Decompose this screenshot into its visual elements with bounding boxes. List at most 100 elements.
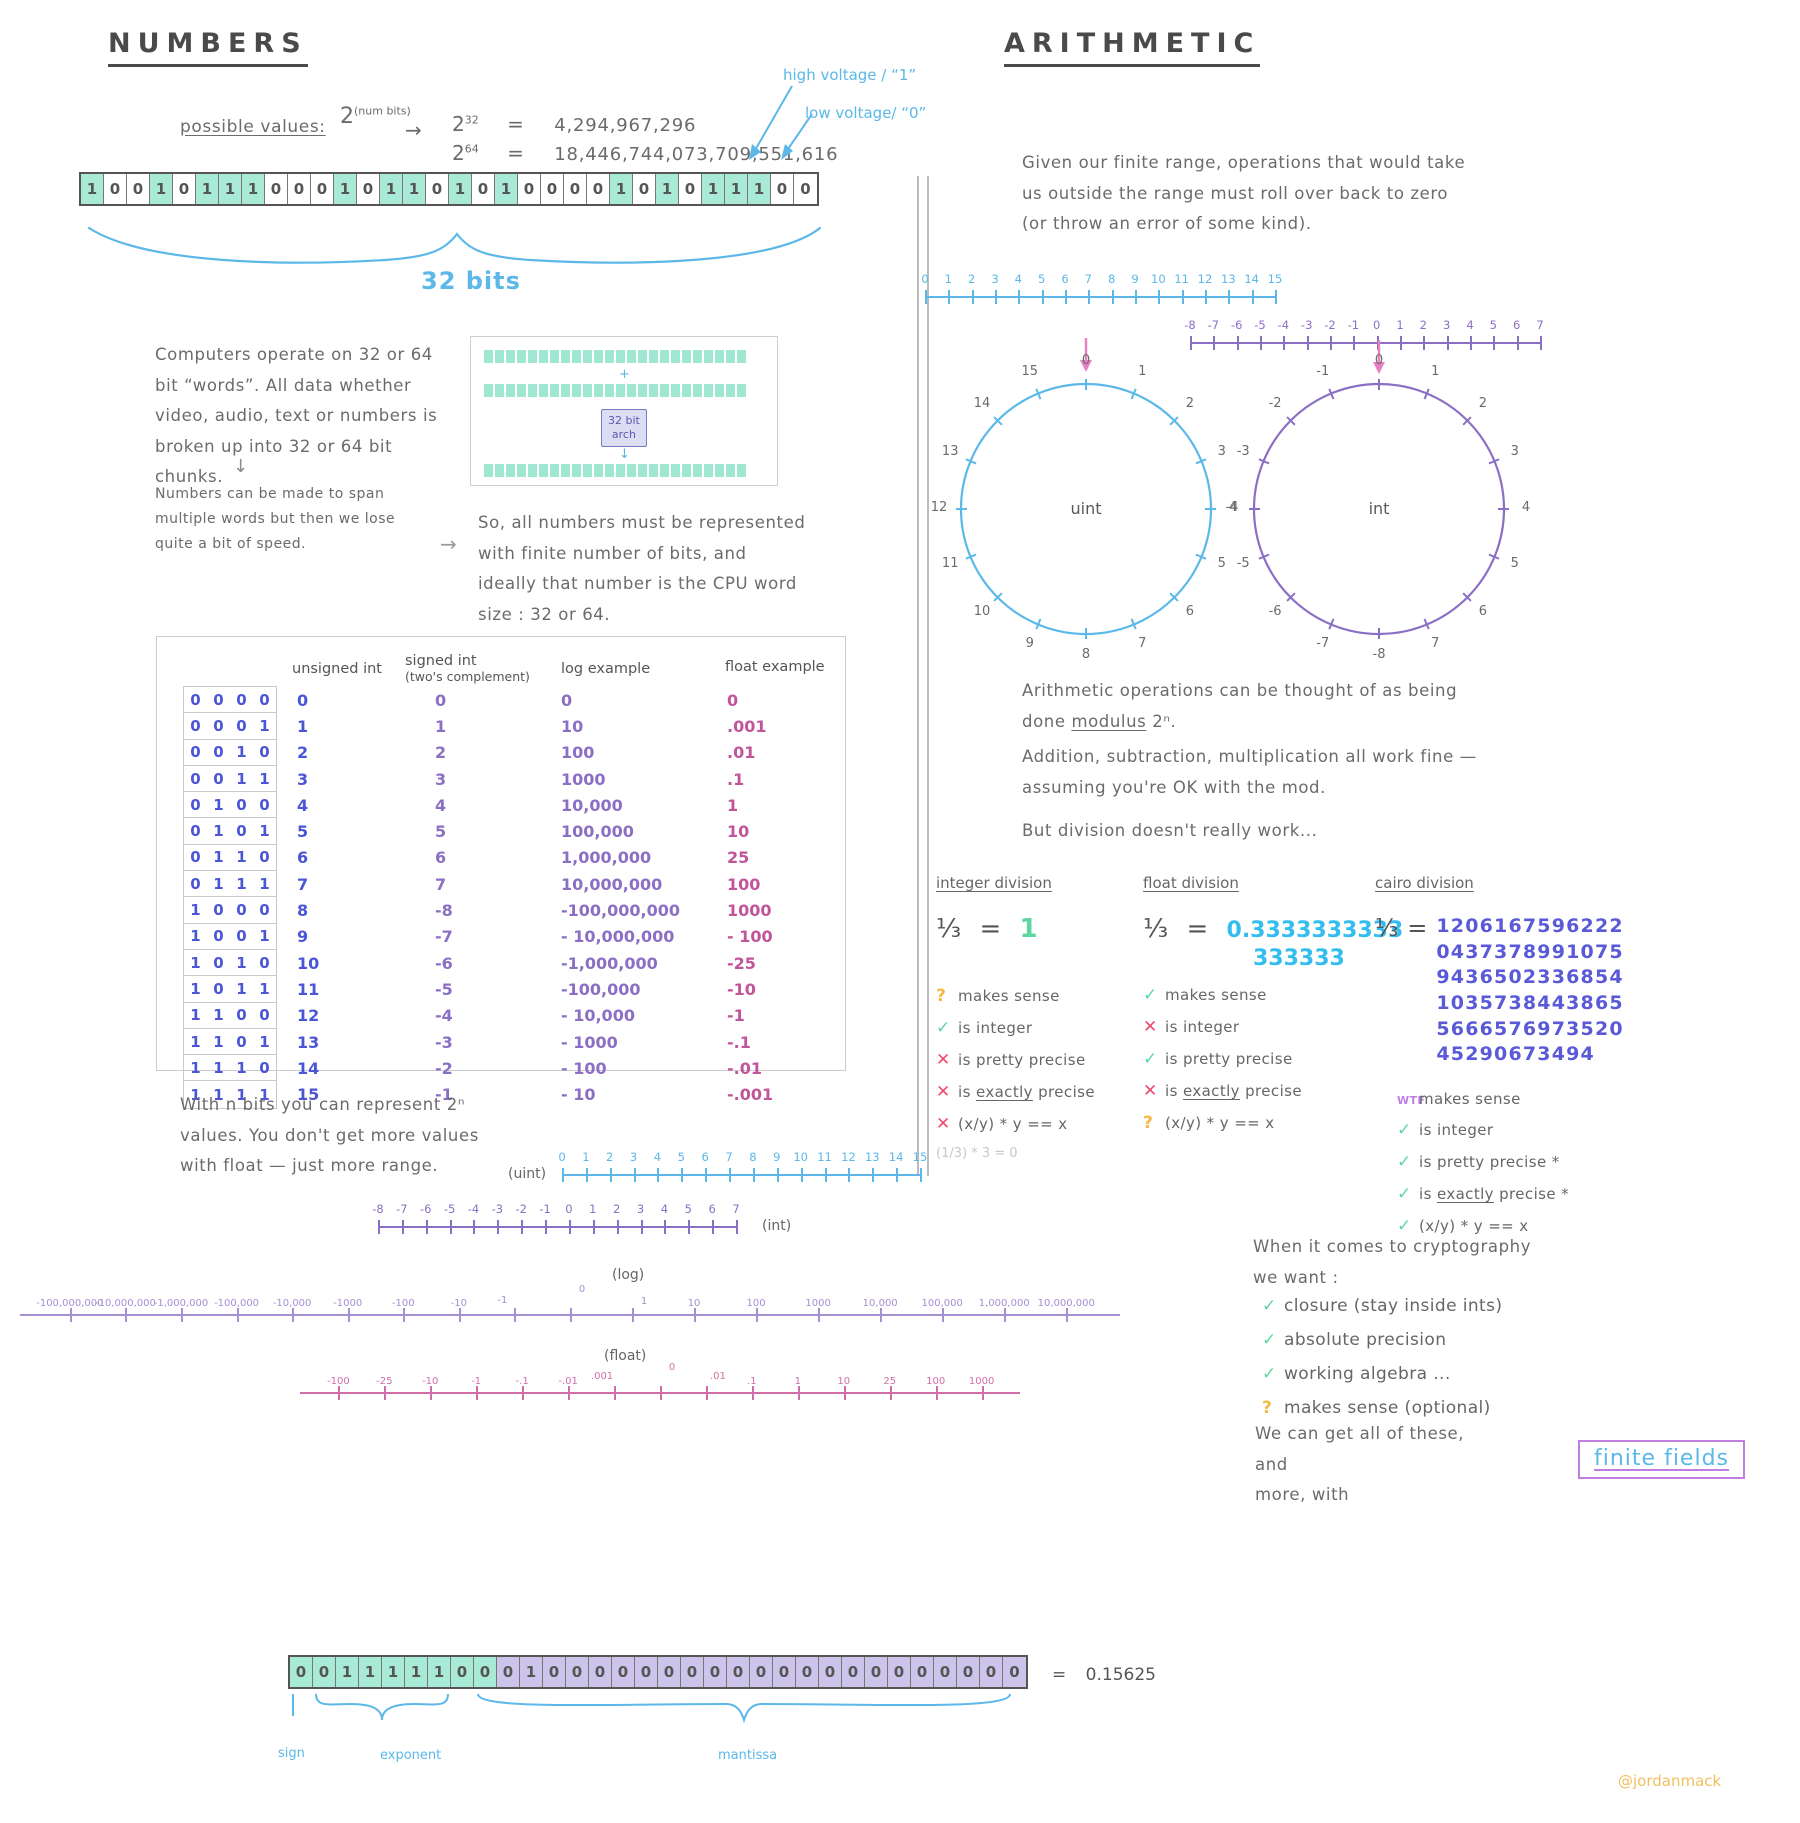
table-bit: 0: [190, 769, 201, 788]
number-line-label: 15: [1267, 272, 1283, 286]
number-line-tick: [403, 1308, 406, 1322]
arch-bit-cell: [593, 383, 604, 398]
checklist-label: is integer: [958, 1019, 1033, 1037]
number-line-tick: [632, 1308, 635, 1322]
number-line-tick: [752, 1168, 755, 1182]
arch-bit-cell: [659, 383, 670, 398]
number-line-tick: [1251, 290, 1254, 304]
crypto-want-row: ✓ closure (stay inside ints): [1262, 1296, 1502, 1316]
arch-bit-cell: [626, 349, 637, 364]
table-bit: 1: [259, 1032, 270, 1051]
table-bit: 0: [259, 690, 270, 709]
float-bit-braces-icon: [292, 1693, 1011, 1724]
table-bit: 0: [259, 901, 270, 920]
span-paragraph: Numbers can be made to span multiple wor…: [155, 486, 396, 553]
cairo-result-line: 0437378991075: [1436, 940, 1624, 963]
table-cell: - 10,000: [561, 1006, 635, 1026]
float-bit-cell: 0: [842, 1657, 865, 1687]
arch-bit-cell: [670, 463, 681, 478]
arch-bit-cell: [703, 383, 714, 398]
number-line-tick: [1018, 290, 1021, 304]
arch-bit-cell: [637, 349, 648, 364]
checklist-row: ✕ is exactly precise: [936, 1082, 1095, 1102]
float-bit-cell: 1: [382, 1657, 405, 1687]
crypto-want-label: makes sense (optional): [1284, 1398, 1491, 1418]
arch-bit-cell: [593, 349, 604, 364]
number-line-tick: [664, 1220, 667, 1234]
float-bit-cell: 0: [589, 1657, 612, 1687]
arch-bit-cell: [593, 463, 604, 478]
table-cell: 3: [297, 769, 309, 789]
table-cell: 4: [435, 795, 447, 815]
table-cell: 25: [727, 848, 750, 868]
number-line-tick: [1353, 336, 1356, 350]
number-line-tick: [1470, 336, 1472, 350]
table-bit: 0: [213, 901, 224, 920]
number-line-label: .001: [590, 1371, 614, 1383]
table-bit: 0: [259, 795, 270, 814]
number-line-tick: [694, 1308, 697, 1322]
circle-value-label: -3: [1236, 443, 1250, 459]
table-cell: 0: [727, 690, 739, 710]
checklist-label: makes sense: [1419, 1089, 1521, 1108]
uint-number-line-bottom: 0 1 2 3 4 5 6 7 8 9 10 11 12 13 14 15: [558, 1150, 927, 1184]
table-cell: 5: [297, 822, 309, 842]
circle-value-label: 10: [973, 603, 991, 619]
number-line-tick: [236, 1308, 239, 1322]
number-line-tick: [797, 1386, 800, 1400]
arch-bit-cell: [725, 349, 736, 364]
arch-bit-cell: [582, 463, 593, 478]
table-cell: - 100: [561, 1058, 607, 1078]
number-line-tick: [1088, 290, 1091, 304]
arch-bit-cell: [637, 463, 648, 478]
table-bit: 0: [259, 1058, 270, 1077]
arch-bit-cell: [494, 383, 505, 398]
possible-values-label: possible values:: [180, 117, 326, 137]
arch-bit-cell: [560, 463, 571, 478]
checklist-row: ✓ is pretty precise *: [1397, 1152, 1624, 1172]
checklist-row: ✕ is pretty precise: [936, 1050, 1095, 1070]
circle-value-label: 12: [930, 500, 948, 515]
crypto-want-label: working algebra ...: [1284, 1364, 1451, 1384]
table-cell: 10,000,000: [561, 874, 663, 894]
number-line-tick: [995, 290, 997, 304]
table-bit: 1: [236, 979, 247, 998]
arch-bit-cell: [538, 349, 549, 364]
integer-division-expression: ¹⁄₃ = 1: [936, 914, 1038, 944]
finite-arrow-icon: →: [440, 532, 457, 556]
checklist-label: is pretty precise: [958, 1051, 1086, 1069]
modulus-paragraph: Arithmetic operations can be thought of …: [1022, 681, 1458, 731]
circle-value-label: 5: [1510, 556, 1519, 572]
circle-value-label: 15: [1021, 364, 1038, 380]
number-line-axis: [562, 1174, 920, 1176]
table-cell: -10: [727, 979, 756, 999]
bit-cell: 1: [150, 174, 173, 204]
number-line-tick: [660, 1386, 662, 1400]
number-line-tick: [751, 1386, 754, 1400]
bit-cell: 0: [173, 174, 196, 204]
table-cell: -2: [435, 1058, 453, 1078]
table-cell: -.01: [727, 1058, 762, 1078]
table-bit: 1: [236, 953, 247, 972]
float-bit-cell: 0: [704, 1657, 727, 1687]
number-line-tick: [1205, 290, 1207, 304]
cairo-division-column: cairo division ¹⁄₃ = 1206167596222 043737…: [1375, 874, 1624, 1248]
circle-value-label: -6: [1268, 603, 1282, 619]
number-line-tick: [1446, 336, 1449, 350]
arch-bit-cell: [648, 383, 659, 398]
number-line-tick: [568, 1386, 571, 1400]
number-line-tick: [1213, 336, 1216, 350]
table-bit: 1: [190, 1006, 201, 1025]
bit-strip-32: 10010111000101101010000101011100: [79, 172, 819, 206]
float-bit-cell: 0: [957, 1657, 980, 1687]
number-line-tick: [473, 1220, 476, 1234]
cairo-division-title: cairo division: [1375, 874, 1474, 892]
checklist-label: makes sense: [958, 987, 1060, 1005]
table-cell: - 10: [561, 1085, 596, 1105]
arch-bit-cell: [648, 349, 659, 364]
bit-cell: 0: [265, 174, 288, 204]
number-line-tick: [681, 1168, 684, 1182]
number-line-tick: [657, 1168, 660, 1182]
arch-bit-cell: [483, 349, 494, 364]
table-bit: 1: [213, 795, 224, 814]
